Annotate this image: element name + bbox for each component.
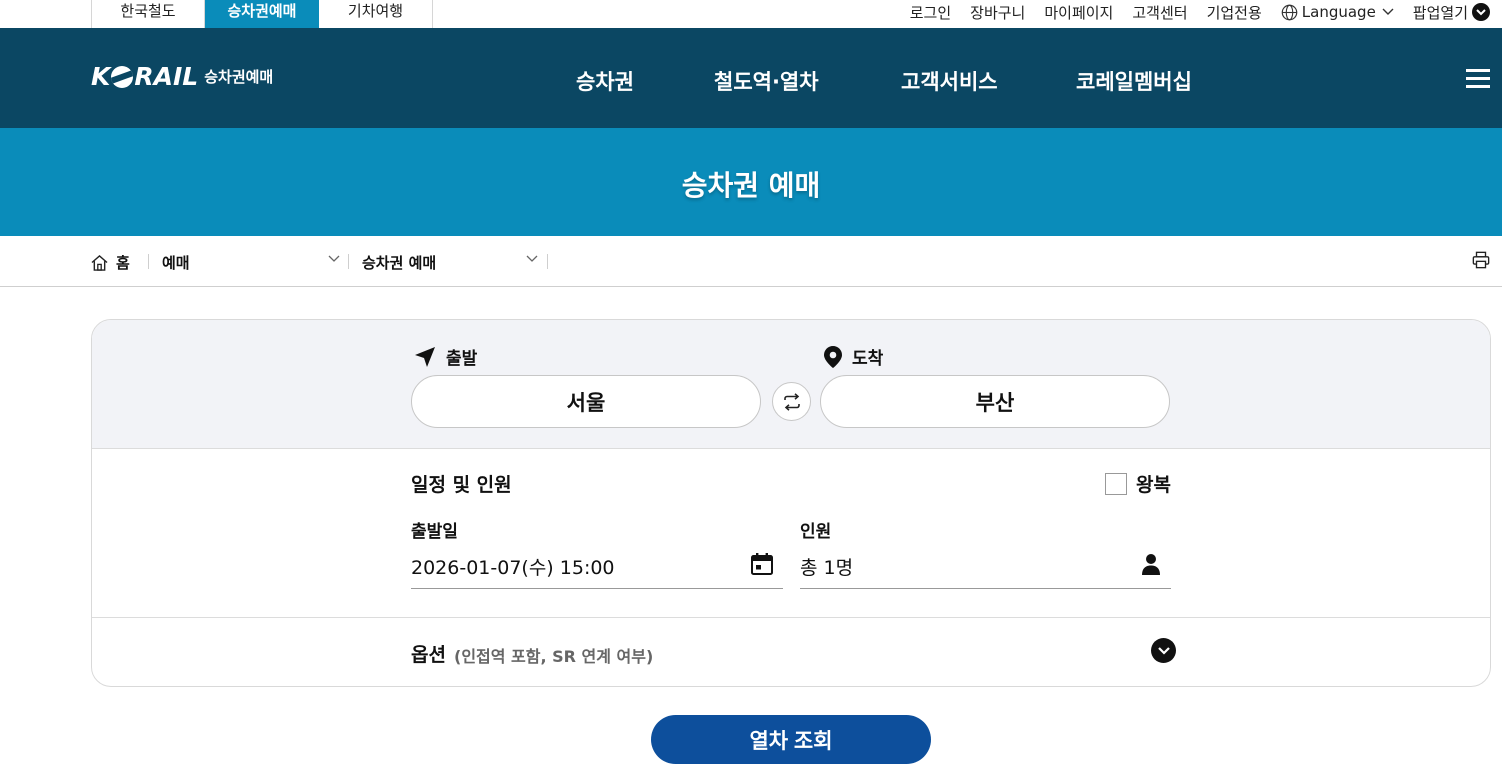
top-utility-bar: 한국철도 승차권예매 기차여행 로그인 장바구니 마이페이지 고객센터 기업전용… — [0, 0, 1502, 28]
page-title-band: 승차권 예매 — [0, 128, 1502, 236]
passenger-value: 총 1명 — [800, 557, 854, 579]
language-label: Language — [1301, 3, 1376, 21]
breadcrumb-divider — [348, 254, 349, 269]
breadcrumb-divider — [547, 254, 548, 269]
site-tabs: 한국철도 승차권예매 기차여행 — [91, 0, 433, 28]
breadcrumb-level1: 예매 — [162, 254, 190, 272]
departure-date-field[interactable]: 2026-01-07(수) 15:00 — [411, 548, 783, 589]
swap-arrows-icon — [783, 392, 800, 411]
corporate-link[interactable]: 기업전용 — [1207, 2, 1262, 23]
home-icon — [91, 254, 108, 271]
chevron-down-circle-icon — [1151, 638, 1176, 663]
swap-stations-button[interactable] — [772, 382, 811, 421]
round-trip-label: 왕복 — [1136, 474, 1171, 496]
print-icon[interactable] — [1472, 251, 1490, 269]
round-trip-checkbox[interactable]: 왕복 — [1105, 470, 1171, 497]
schedule-title: 일정 및 인원 — [411, 474, 512, 496]
map-pin-icon — [824, 345, 842, 368]
passenger-field[interactable]: 총 1명 — [800, 548, 1171, 589]
chevron-down-icon — [1382, 8, 1394, 15]
breadcrumb-dropdown-1[interactable]: 예매 — [162, 252, 340, 272]
global-nav: 승차권 철도역·열차 고객서비스 코레일멤버십 — [0, 66, 1502, 96]
departure-date-value: 2026-01-07(수) 15:00 — [411, 557, 615, 579]
arrival-station-button[interactable]: 부산 — [820, 375, 1170, 428]
hamburger-menu-icon[interactable] — [1466, 69, 1490, 89]
chevron-down-icon — [526, 255, 538, 262]
popup-open-button[interactable]: 팝업열기 — [1413, 2, 1490, 23]
arrival-label-text: 도착 — [852, 349, 884, 369]
ticket-search-card: 출발 도착 서울 부산 일정 및 인원 왕복 출발일 2026-01-07(수)… — [91, 319, 1491, 687]
popup-label: 팝업열기 — [1412, 3, 1468, 22]
checkbox-box — [1105, 472, 1127, 495]
passenger-label: 인원 — [800, 522, 832, 542]
globe-icon — [1281, 4, 1298, 20]
site-tab-travel[interactable]: 기차여행 — [319, 0, 433, 28]
departure-date-label: 출발일 — [411, 522, 458, 542]
options-title: 옵션 — [411, 644, 446, 666]
site-tab-ticketing[interactable]: 승차권예매 — [205, 0, 319, 28]
chevron-down-circle-icon — [1472, 3, 1490, 21]
mypage-link[interactable]: 마이페이지 — [1044, 2, 1113, 23]
breadcrumb: 홈 예매 승차권 예매 — [0, 236, 1502, 287]
cart-link[interactable]: 장바구니 — [970, 2, 1025, 23]
route-section: 출발 도착 서울 부산 — [92, 320, 1490, 449]
user-icon — [1142, 554, 1160, 575]
nav-station-train[interactable]: 철도역·열차 — [714, 66, 819, 96]
departure-station-button[interactable]: 서울 — [411, 375, 761, 428]
support-link[interactable]: 고객센터 — [1132, 2, 1187, 23]
departure-label-text: 출발 — [446, 349, 478, 369]
main-header: K RAIL 승차권예매 승차권 철도역·열차 고객서비스 코레일멤버십 — [0, 28, 1502, 128]
breadcrumb-home-label: 홈 — [116, 254, 130, 272]
nav-membership[interactable]: 코레일멤버십 — [1076, 66, 1192, 96]
breadcrumb-dropdown-2[interactable]: 승차권 예매 — [362, 252, 538, 272]
nav-ticket[interactable]: 승차권 — [576, 66, 634, 96]
nav-customer-service[interactable]: 고객서비스 — [901, 66, 998, 96]
navigation-arrow-icon — [415, 346, 435, 367]
departure-label: 출발 — [414, 344, 477, 369]
breadcrumb-level2: 승차권 예매 — [362, 254, 437, 272]
page-title: 승차권 예매 — [681, 169, 821, 202]
chevron-down-icon — [328, 255, 340, 262]
breadcrumb-divider — [148, 254, 149, 269]
site-tab-korail[interactable]: 한국철도 — [91, 0, 205, 28]
language-selector[interactable]: Language — [1281, 3, 1394, 21]
search-trains-button[interactable]: 열차 조회 — [651, 715, 931, 764]
login-link[interactable]: 로그인 — [910, 2, 951, 23]
arrival-label: 도착 — [824, 344, 883, 369]
options-toggle-row[interactable]: 옵션 (인접역 포함, SR 연계 여부) — [92, 617, 1490, 686]
options-subtitle: (인접역 포함, SR 연계 여부) — [454, 647, 654, 666]
breadcrumb-home[interactable]: 홈 — [91, 252, 130, 273]
utility-menu: 로그인 장바구니 마이페이지 고객센터 기업전용 Language 팝업열기 — [891, 0, 1490, 24]
calendar-icon — [751, 553, 773, 575]
